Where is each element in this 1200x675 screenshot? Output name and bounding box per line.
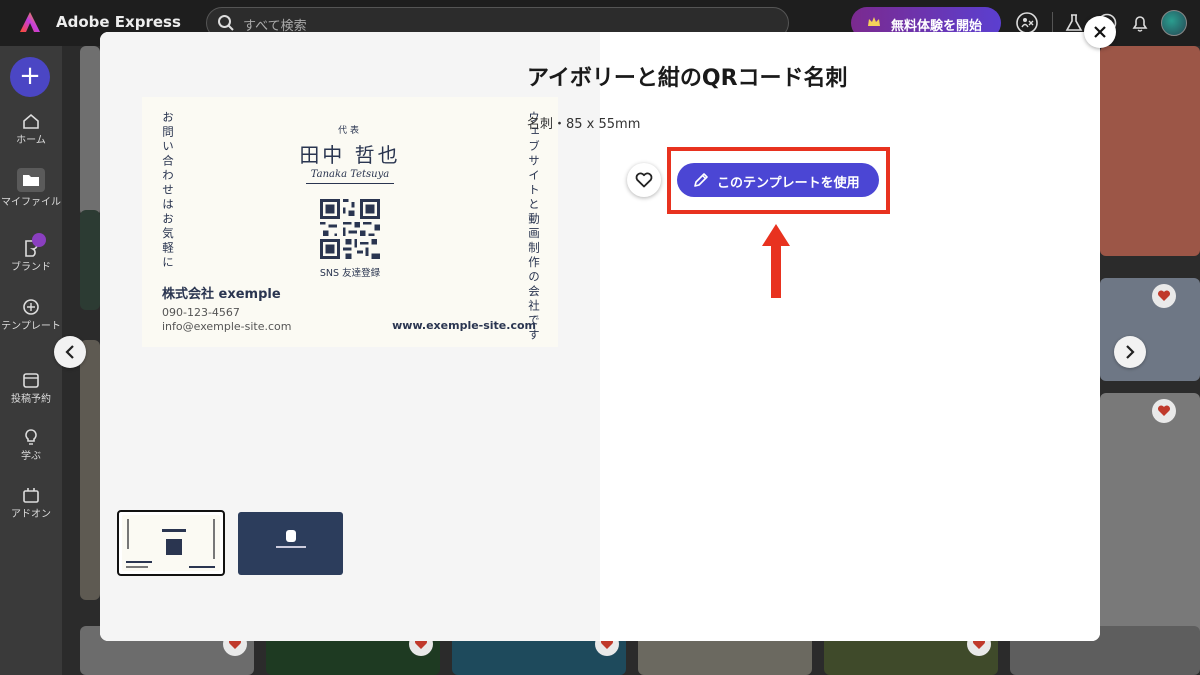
template-icon [23,299,39,315]
premium-crown-badge [32,233,46,247]
template-card[interactable] [80,210,100,310]
close-modal-button[interactable] [1084,16,1116,48]
template-card[interactable] [1100,393,1200,643]
chevron-right-icon [1126,345,1135,359]
card-website: www.exemple-site.com [392,319,536,332]
card-name: 田中 哲也 [299,143,401,167]
create-new-button[interactable]: + [10,57,50,97]
app-title: Adobe Express [56,13,181,31]
card-vertical-text-right: ウェブサイトと動画制作の会社です [527,111,541,343]
sidebar-item-learn[interactable]: 学ぶ [0,428,62,464]
page-thumbnail-front[interactable] [117,510,225,576]
calendar-icon [23,373,39,388]
heart-icon [1157,405,1171,416]
sidebar-item-addons[interactable]: アドオン [0,486,62,522]
template-card[interactable] [80,340,100,600]
folder-icon [23,175,39,186]
sidebar-item-label: ホーム [16,135,46,146]
previous-template-button[interactable] [54,336,86,368]
lightbulb-icon [25,429,37,445]
template-meta: 名刺・85 x 55mm [527,117,641,132]
sidebar-item-schedule[interactable]: 投稿予約 [0,371,62,407]
avatar[interactable] [1161,10,1187,36]
heart-icon [1157,290,1171,301]
sidebar-item-label: マイファイル [1,197,61,208]
sidebar-item-home[interactable]: ホーム [0,112,62,148]
sidebar: + ホーム マイファイル ブランド テンプレート 投稿予約 学ぶ アドオン [0,46,62,675]
card-company: 株式会社 exemple [162,287,281,302]
divider [1052,12,1053,34]
use-template-label: このテンプレートを使用 [717,176,860,191]
card-job-title: 代表 [337,126,362,136]
sidebar-item-templates[interactable]: テンプレート [0,298,62,334]
pencil-icon [694,173,708,187]
close-icon [1094,26,1106,38]
chevron-left-icon [65,345,74,359]
template-card[interactable] [80,46,100,216]
adobe-express-logo[interactable] [18,10,42,34]
page-thumbnail-back[interactable] [238,512,343,575]
template-info-pane [600,32,1100,641]
favorite-button[interactable] [1152,284,1176,308]
template-card[interactable] [1100,278,1200,381]
card-divider [306,183,394,184]
sidebar-item-label: ブランド [11,262,51,273]
flask-icon[interactable] [1063,12,1085,34]
sidebar-item-my-files[interactable]: マイファイル [0,168,62,210]
template-preview-pane: お問い合わせはお気軽に ウェブサイトと動画制作の会社です 代表 田中 哲也 Ta… [100,32,600,641]
card-sns-label: SNS 友達登録 [319,268,381,279]
qr-code-image [320,199,380,259]
favorite-button[interactable] [1152,399,1176,423]
card-vertical-text-left: お問い合わせはお気軽に [161,111,175,271]
favorite-template-button[interactable] [627,163,661,197]
card-email: info@exemple-site.com [162,320,292,333]
template-title: アイボリーと紺のQRコード名刺 [527,66,848,91]
card-phone: 090-123-4567 [162,306,240,319]
sidebar-item-label: 投稿予約 [11,394,51,405]
addon-icon [23,488,39,503]
crown-icon [868,17,880,26]
annotation-arrow-up [762,224,790,298]
heart-outline-icon [635,172,653,188]
business-card-preview: お問い合わせはお気軽に ウェブサイトと動画制作の会社です 代表 田中 哲也 Ta… [142,97,558,347]
card-name-roman: Tanaka Tetsuya [310,169,390,180]
sidebar-item-label: アドオン [11,509,51,520]
home-icon [23,113,39,129]
bell-icon[interactable] [1129,12,1151,34]
template-card[interactable] [1100,46,1200,256]
search-icon [218,15,234,31]
use-template-button[interactable]: このテンプレートを使用 [677,163,879,197]
sidebar-item-brand[interactable]: ブランド [0,233,62,275]
sidebar-item-label: 学ぶ [21,451,41,462]
next-template-button[interactable] [1114,336,1146,368]
sidebar-item-label: テンプレート [1,321,61,332]
